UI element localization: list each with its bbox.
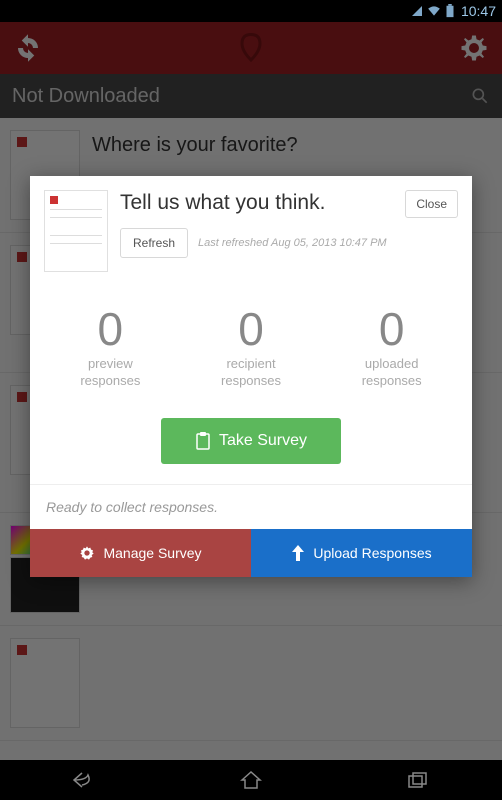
modal-thumbnail	[44, 190, 108, 272]
modal-footer: Manage Survey Upload Responses	[30, 529, 472, 577]
stat-label: recipientresponses	[181, 356, 322, 390]
modal-header: Tell us what you think. Close Refresh La…	[30, 176, 472, 280]
refresh-button[interactable]: Refresh	[120, 228, 188, 258]
stats-row: 0 previewresponses 0 recipientresponses …	[30, 280, 472, 400]
recent-apps-button[interactable]	[404, 766, 432, 794]
gear-icon	[79, 545, 95, 561]
modal-title: Tell us what you think.	[120, 190, 325, 215]
android-nav-bar	[0, 760, 502, 800]
status-time: 10:47	[461, 3, 496, 19]
signal-icon	[411, 5, 423, 17]
stat-label: previewresponses	[40, 356, 181, 390]
stat-recipient: 0 recipientresponses	[181, 306, 322, 390]
stat-number: 0	[181, 306, 322, 352]
wifi-icon	[427, 4, 441, 18]
manage-survey-button[interactable]: Manage Survey	[30, 529, 251, 577]
upload-responses-button[interactable]: Upload Responses	[251, 529, 472, 577]
clipboard-icon	[195, 432, 211, 450]
stat-label: uploadedresponses	[321, 356, 462, 390]
upload-icon	[291, 545, 305, 561]
stat-uploaded: 0 uploadedresponses	[321, 306, 462, 390]
battery-icon	[445, 4, 455, 18]
last-refreshed-text: Last refreshed Aug 05, 2013 10:47 PM	[198, 237, 387, 249]
device-frame: 10:47 Not Downloaded Where is your favor…	[0, 0, 502, 800]
survey-modal: Tell us what you think. Close Refresh La…	[30, 176, 472, 577]
take-survey-button[interactable]: Take Survey	[161, 418, 341, 464]
close-button[interactable]: Close	[405, 190, 458, 218]
ready-text: Ready to collect responses.	[30, 484, 472, 529]
stat-preview: 0 previewresponses	[40, 306, 181, 390]
home-button[interactable]	[237, 766, 265, 794]
status-bar: 10:47	[0, 0, 502, 22]
stat-number: 0	[40, 306, 181, 352]
stat-number: 0	[321, 306, 462, 352]
back-button[interactable]	[70, 766, 98, 794]
